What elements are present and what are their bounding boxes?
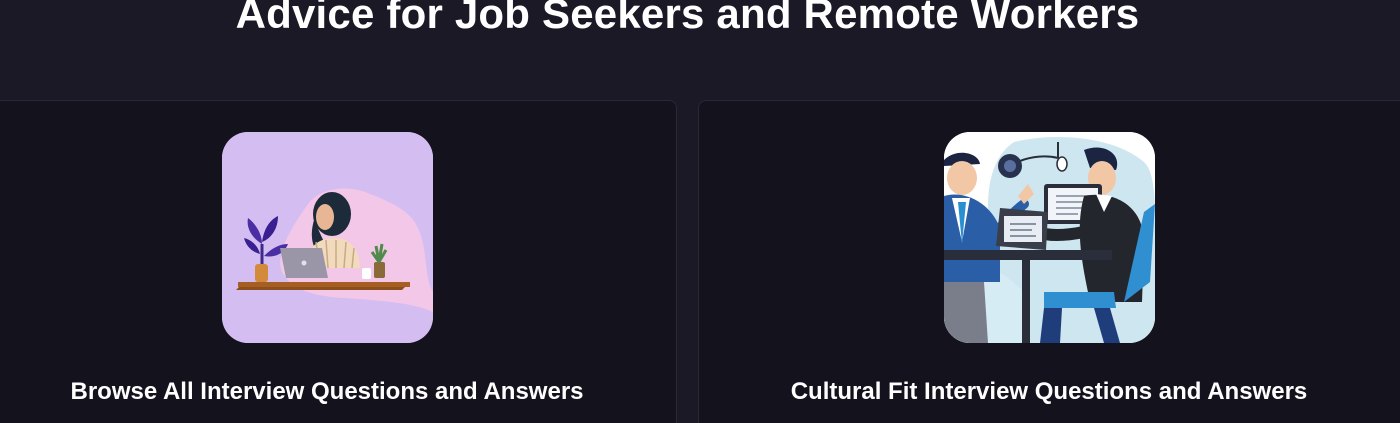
card-browse-interview-questions[interactable]: Browse All Interview Questions and Answe… bbox=[0, 100, 677, 423]
card-cultural-fit-interview-questions[interactable]: Cultural Fit Interview Questions and Ans… bbox=[698, 100, 1400, 423]
two-men-interview-illustration-icon[interactable] bbox=[944, 132, 1155, 343]
card-title[interactable]: Browse All Interview Questions and Answe… bbox=[0, 377, 663, 407]
advice-section: Advice for Job Seekers and Remote Worker… bbox=[0, 0, 1400, 423]
section-title: Advice for Job Seekers and Remote Worker… bbox=[235, 0, 1140, 37]
card-title[interactable]: Cultural Fit Interview Questions and Ans… bbox=[699, 377, 1399, 407]
woman-laptop-illustration-icon[interactable] bbox=[222, 132, 433, 343]
